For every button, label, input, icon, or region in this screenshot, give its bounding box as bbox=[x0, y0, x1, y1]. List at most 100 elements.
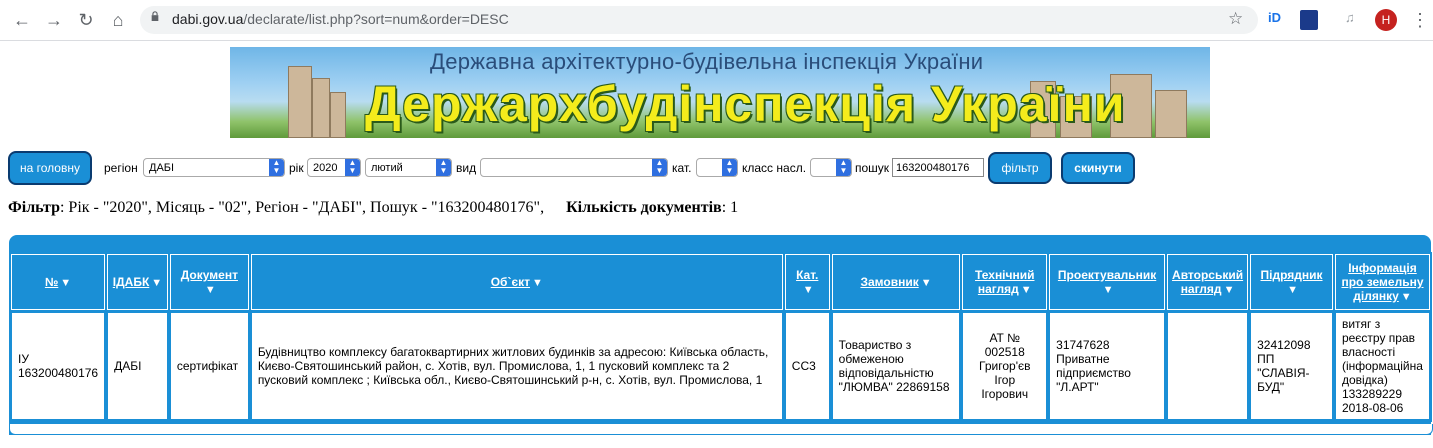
cell-text: ІУ bbox=[18, 352, 29, 366]
col-header-label: Замовник bbox=[860, 275, 919, 289]
cell-text: Ігорович bbox=[981, 387, 1029, 401]
col-header-label: Інформація bbox=[1348, 261, 1417, 275]
cell-designer: 31747628 Приватне підприємство "Л.АРТ" bbox=[1049, 312, 1166, 420]
type-label: вид bbox=[456, 161, 477, 175]
table-row: ІУ 163200480176 ДАБІ сертифікат Будівницт… bbox=[11, 312, 1430, 420]
url-host: dabi.gov.ua bbox=[172, 11, 244, 27]
col-header-label: Технічний bbox=[975, 268, 1035, 282]
forward-icon[interactable]: → bbox=[42, 8, 66, 32]
results-table: № ▼ ІДАБК ▼ Документ▼ Об`єкт ▼ Кат.▼ Замовн… bbox=[9, 252, 1432, 422]
search-input[interactable] bbox=[892, 158, 984, 177]
table-header-row: № ▼ ІДАБК ▼ Документ▼ Об`єкт ▼ Кат.▼ Замовн… bbox=[11, 254, 1430, 310]
cell-text: Григор'єв bbox=[979, 359, 1031, 373]
cell-land-info: витяг з реєстру прав власності (інформац… bbox=[1334, 312, 1430, 420]
year-value: 2020 bbox=[313, 162, 338, 174]
reset-button[interactable]: скинути bbox=[1061, 152, 1135, 184]
year-select[interactable]: 2020 ▲ ▼ bbox=[307, 158, 361, 177]
building-graphic bbox=[288, 66, 312, 138]
summary-count-value: : 1 bbox=[721, 199, 739, 216]
col-header-document[interactable]: Документ ▼ bbox=[169, 254, 249, 310]
col-header-object[interactable]: Об`єкт ▼ bbox=[250, 254, 783, 310]
cell-customer: Товариство з обмеженою відповідальністю … bbox=[831, 312, 961, 420]
col-header-label: нагляд bbox=[1180, 282, 1222, 296]
building-graphic bbox=[330, 92, 346, 138]
col-header-label: ділянку bbox=[1353, 289, 1399, 303]
sort-desc-icon: ▼ bbox=[204, 284, 216, 296]
summary-count-label: Кількість документів bbox=[566, 199, 722, 216]
chevron-updown-icon: ▲ ▼ bbox=[345, 159, 360, 176]
cell-text: АТ № 002518 bbox=[984, 331, 1025, 359]
summary-filter-text: : Рік - "2020", Місяць - "02", Регіон - … bbox=[59, 199, 545, 216]
extension-icon[interactable] bbox=[1300, 10, 1318, 30]
col-header-designer[interactable]: Проектувальник ▼ bbox=[1049, 254, 1166, 310]
cell-author-supervision bbox=[1167, 312, 1249, 420]
url-path: /declarate/list.php?sort=num&order=DESC bbox=[243, 11, 509, 27]
building-graphic bbox=[312, 78, 330, 138]
home-button[interactable]: на головну bbox=[8, 151, 92, 185]
type-select[interactable]: ▲ ▼ bbox=[480, 158, 668, 177]
region-select[interactable]: ДАБІ ▲ ▼ bbox=[143, 158, 285, 177]
sort-desc-icon: ▼ bbox=[1400, 291, 1412, 303]
col-header-num[interactable]: № ▼ bbox=[11, 254, 106, 310]
bookmark-star-icon[interactable]: ☆ bbox=[1228, 9, 1243, 29]
extension-id-icon[interactable]: iD bbox=[1268, 10, 1281, 30]
col-header-author-supervision[interactable]: Авторський нагляд ▼ bbox=[1167, 254, 1249, 310]
back-icon[interactable]: ← bbox=[10, 8, 34, 32]
cell-idabk: ДАБІ bbox=[107, 312, 168, 420]
sort-desc-icon: ▼ bbox=[920, 277, 932, 289]
media-icon[interactable]: ♫ bbox=[1345, 10, 1355, 30]
site-banner: Державна архітектурно-будівельна інспекц… bbox=[230, 47, 1210, 138]
sort-desc-icon: ▼ bbox=[151, 277, 163, 289]
year-label: рік bbox=[289, 161, 304, 175]
lock-icon[interactable] bbox=[150, 11, 160, 21]
search-label: пошук bbox=[855, 161, 890, 175]
class-label: класс насл. bbox=[742, 161, 807, 175]
filter-button[interactable]: фільтр bbox=[988, 152, 1052, 184]
col-header-label: Підрядник bbox=[1260, 268, 1323, 282]
col-header-label: Авторський bbox=[1172, 268, 1244, 282]
cell-text: Ігор bbox=[994, 373, 1016, 387]
col-header-contractor[interactable]: Підрядник ▼ bbox=[1250, 254, 1333, 310]
class-select[interactable]: ▲ ▼ bbox=[810, 158, 852, 177]
col-header-tech-supervision[interactable]: Технічний нагляд ▼ bbox=[962, 254, 1048, 310]
filter-summary: Фільтр: Рік - "2020", Місяць - "02", Рег… bbox=[8, 199, 738, 217]
cell-object: Будівництво комплексу багатоквартирних ж… bbox=[250, 312, 783, 420]
chevron-updown-icon: ▲ ▼ bbox=[722, 159, 737, 176]
region-label: регіон bbox=[104, 161, 138, 175]
sort-desc-icon: ▼ bbox=[1287, 284, 1298, 296]
home-icon[interactable]: ⌂ bbox=[106, 8, 130, 32]
cell-document: сертифікат bbox=[169, 312, 249, 420]
cell-contractor: 32412098 ПП "СЛАВІЯ-БУД" bbox=[1250, 312, 1333, 420]
month-value: лютий bbox=[371, 162, 403, 174]
cell-tech-supervision: АТ № 002518 Григор'єв Ігор Ігорович bbox=[962, 312, 1048, 420]
chevron-updown-icon: ▲ ▼ bbox=[269, 159, 284, 176]
url-text[interactable]: dabi.gov.ua/declarate/list.php?sort=num&… bbox=[172, 11, 509, 27]
col-header-label: № bbox=[44, 275, 59, 289]
month-select[interactable]: лютий ▲ ▼ bbox=[365, 158, 452, 177]
reload-icon[interactable]: ↻ bbox=[74, 8, 98, 32]
col-header-land-info[interactable]: Інформація про земельну ділянку ▼ bbox=[1334, 254, 1430, 310]
menu-icon[interactable]: ⋮ bbox=[1411, 9, 1429, 31]
browser-toolbar: ← → ↻ ⌂ dabi.gov.ua/declarate/list.php?s… bbox=[0, 0, 1433, 41]
col-header-label: Документ bbox=[180, 268, 238, 282]
sort-desc-icon: ▼ bbox=[1102, 284, 1114, 296]
category-select[interactable]: ▲ ▼ bbox=[696, 158, 738, 177]
building-graphic bbox=[1155, 90, 1187, 138]
chevron-updown-icon: ▲ ▼ bbox=[436, 159, 451, 176]
col-header-label: Проектувальник bbox=[1057, 268, 1157, 282]
sort-desc-icon: ▼ bbox=[1020, 284, 1032, 296]
banner-title: Держархбудінспекція України bbox=[365, 76, 1126, 132]
sort-desc-icon: ▼ bbox=[802, 284, 814, 296]
table-footer bbox=[9, 424, 1433, 435]
col-header-label: Об`єкт bbox=[490, 275, 530, 289]
cell-num: ІУ 163200480176 bbox=[11, 312, 106, 420]
col-header-idabk[interactable]: ІДАБК ▼ bbox=[107, 254, 168, 310]
col-header-label: Кат. bbox=[796, 268, 819, 282]
col-header-customer[interactable]: Замовник ▼ bbox=[831, 254, 961, 310]
cell-text: 163200480176 bbox=[18, 366, 99, 380]
sort-desc-icon: ▼ bbox=[60, 277, 72, 289]
avatar[interactable]: H bbox=[1375, 9, 1397, 31]
col-header-label: ІДАБК bbox=[112, 275, 150, 289]
summary-filter-label: Фільтр bbox=[8, 199, 60, 216]
col-header-category[interactable]: Кат. ▼ bbox=[784, 254, 830, 310]
